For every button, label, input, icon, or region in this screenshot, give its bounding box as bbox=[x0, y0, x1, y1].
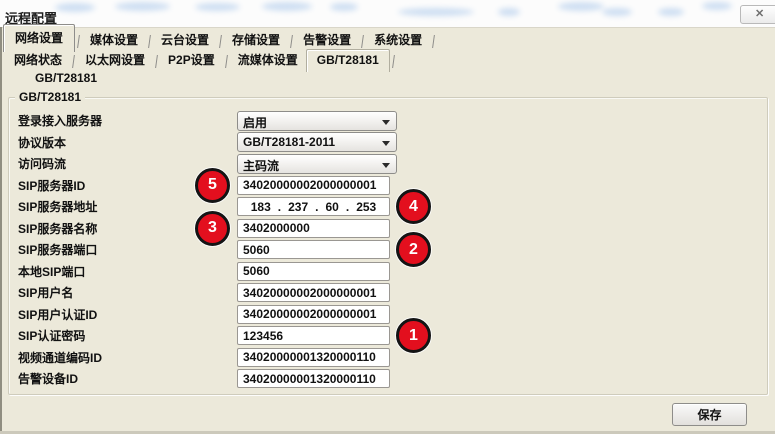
field-row-sip-server-id: SIP服务器ID5 bbox=[18, 175, 448, 197]
tab-separator bbox=[155, 55, 158, 68]
sip-auth-password-input[interactable] bbox=[237, 326, 390, 345]
tab-bar-network: 网络状态以太网设置P2P设置流媒体设置GB/T28181 bbox=[6, 53, 397, 72]
field-label-sip-username: SIP用户名 bbox=[18, 284, 237, 301]
field-label-video-channel-id: 视频通道编码ID bbox=[18, 349, 237, 366]
video-channel-id-input[interactable] bbox=[237, 348, 390, 367]
ip-octet: 237 bbox=[288, 200, 308, 214]
field-row-video-channel-id: 视频通道编码ID bbox=[18, 347, 448, 369]
chevron-down-icon bbox=[382, 163, 390, 168]
blur-smudge bbox=[658, 8, 684, 16]
field-label-sip-user-auth-id: SIP用户认证ID bbox=[18, 306, 237, 323]
callout-badge-4: 4 bbox=[396, 189, 431, 224]
tab-p2p-settings[interactable]: P2P设置 bbox=[160, 48, 223, 72]
close-button[interactable]: ✕ bbox=[740, 5, 775, 24]
blur-smudge bbox=[115, 2, 170, 11]
field-row-protocol-version: 协议版本 GB/T28181-2011 bbox=[18, 132, 448, 154]
ip-octet: 253 bbox=[356, 200, 376, 214]
protocol-version-select[interactable]: GB/T28181-2011 bbox=[237, 132, 397, 152]
blur-smudge bbox=[330, 3, 358, 11]
field-label-login-access-server: 登录接入服务器 bbox=[18, 112, 237, 129]
field-label-protocol-version: 协议版本 bbox=[18, 134, 237, 151]
sip-server-name-input[interactable] bbox=[237, 219, 390, 238]
remote-config-dialog: 远程配置 ✕ 网络设置媒体设置云台设置存储设置告警设置系统设置 网络状态以太网设… bbox=[0, 0, 775, 434]
login-access-server-select[interactable]: 启用 bbox=[237, 111, 397, 131]
callout-badge-3: 3 bbox=[195, 211, 230, 246]
blur-smudge bbox=[602, 8, 632, 16]
callout-badge-5: 5 bbox=[195, 168, 230, 203]
local-sip-port-input[interactable] bbox=[237, 262, 390, 281]
field-row-sip-user-auth-id: SIP用户认证ID bbox=[18, 304, 448, 326]
close-icon: ✕ bbox=[755, 7, 764, 22]
field-row-alarm-device-id: 告警设备ID bbox=[18, 368, 448, 390]
groupbox-legend: GB/T28181 bbox=[15, 90, 85, 104]
tab-separator bbox=[219, 35, 222, 48]
tab-separator bbox=[290, 35, 293, 48]
tab-separator bbox=[361, 35, 364, 48]
window-left-border bbox=[0, 27, 2, 434]
ip-separator: . bbox=[346, 200, 349, 214]
blur-smudge bbox=[55, 3, 95, 12]
tab-ethernet-settings[interactable]: 以太网设置 bbox=[77, 48, 153, 72]
access-stream-select[interactable]: 主码流 bbox=[237, 154, 397, 174]
callout-badge-1: 1 bbox=[396, 318, 431, 353]
blur-smudge bbox=[262, 2, 312, 11]
field-row-sip-username: SIP用户名 bbox=[18, 282, 448, 304]
sip-server-address-input[interactable]: 183. 237. 60. 253 bbox=[237, 197, 390, 216]
save-button[interactable]: 保存 bbox=[672, 403, 747, 426]
blur-smudge bbox=[498, 8, 520, 16]
field-row-login-access-server: 登录接入服务器启用 bbox=[18, 110, 448, 132]
tab-separator bbox=[432, 35, 435, 48]
alarm-device-id-input[interactable] bbox=[237, 369, 390, 388]
tab-streaming-settings[interactable]: 流媒体设置 bbox=[230, 48, 306, 72]
tab-network-status[interactable]: 网络状态 bbox=[6, 48, 70, 72]
sip-user-auth-id-input[interactable] bbox=[237, 305, 390, 324]
login-access-server-selected-value: 启用 bbox=[243, 114, 267, 131]
sip-server-port-input[interactable] bbox=[237, 240, 390, 259]
field-row-access-stream: 访问码流主码流 bbox=[18, 153, 448, 175]
ip-separator: . bbox=[278, 200, 281, 214]
tab-separator bbox=[392, 55, 395, 68]
field-row-sip-server-address: SIP服务器地址183.237.60.2534 bbox=[18, 196, 448, 218]
access-stream-selected-value: 主码流 bbox=[243, 157, 279, 174]
field-row-local-sip-port: 本地SIP端口 bbox=[18, 261, 448, 283]
callout-badge-2: 2 bbox=[396, 232, 431, 267]
sip-username-input[interactable] bbox=[237, 283, 390, 302]
tab-separator bbox=[77, 35, 80, 48]
blur-smudge bbox=[398, 8, 474, 16]
sip-server-id-input[interactable] bbox=[237, 176, 390, 195]
ip-octet: 183 bbox=[251, 200, 271, 214]
field-label-local-sip-port: 本地SIP端口 bbox=[18, 263, 237, 280]
chevron-down-icon bbox=[382, 120, 390, 125]
field-row-sip-server-port: SIP服务器端口2 bbox=[18, 239, 448, 261]
field-row-sip-server-name: SIP服务器名称3 bbox=[18, 218, 448, 240]
blur-smudge bbox=[558, 2, 604, 11]
tab-gbt28181[interactable]: GB/T28181 bbox=[306, 49, 390, 72]
tab-separator bbox=[148, 35, 151, 48]
field-label-alarm-device-id: 告警设备ID bbox=[18, 370, 237, 387]
dialog-titlebar: 远程配置 ✕ bbox=[0, 0, 775, 28]
gbt28181-form: 登录接入服务器启用协议版本GB/T28181-2011访问码流主码流SIP服务器… bbox=[18, 110, 448, 390]
ip-octet: 60 bbox=[326, 200, 339, 214]
tab-separator bbox=[225, 55, 228, 68]
chevron-down-icon bbox=[382, 141, 390, 146]
blur-smudge bbox=[702, 2, 732, 10]
blur-smudge bbox=[195, 3, 240, 11]
protocol-version-selected-value: GB/T28181-2011 bbox=[243, 135, 335, 149]
field-row-sip-auth-password: SIP认证密码1 bbox=[18, 325, 448, 347]
tab-separator bbox=[72, 55, 75, 68]
field-label-sip-auth-password: SIP认证密码 bbox=[18, 327, 237, 344]
page-caption: GB/T28181 bbox=[35, 71, 97, 85]
ip-separator: . bbox=[315, 200, 318, 214]
